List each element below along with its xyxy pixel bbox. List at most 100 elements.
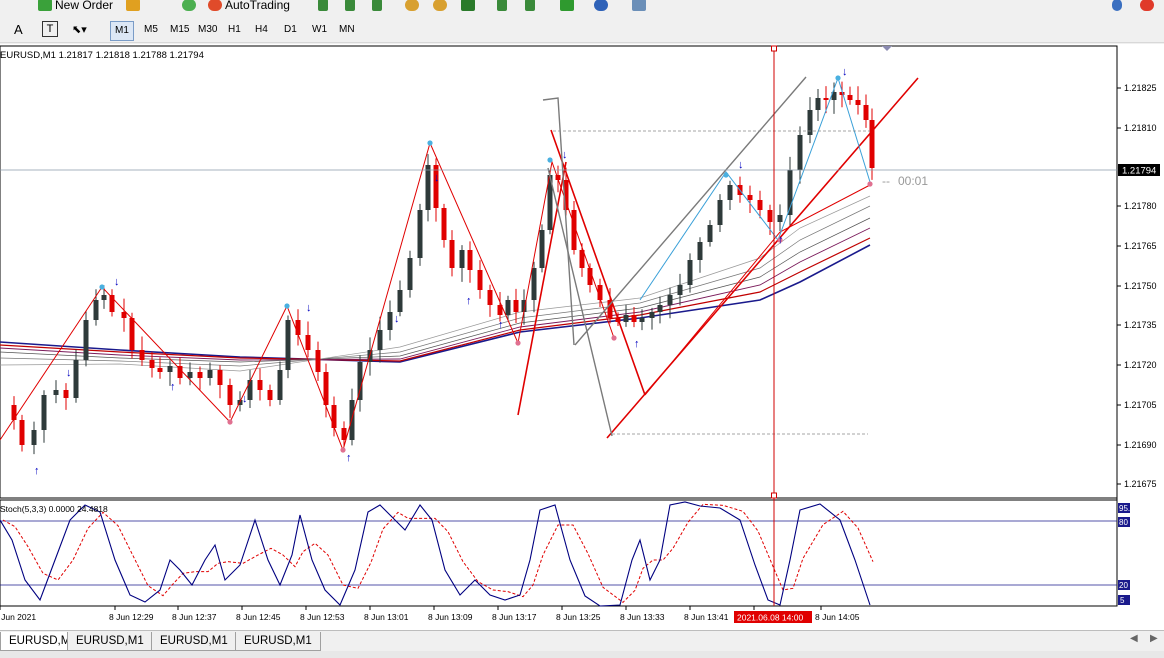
tab-timeframe-h1[interactable]: H1 xyxy=(224,21,245,39)
fractal-up-arrow-icon: ↑ xyxy=(170,381,176,393)
chart-tab-2[interactable]: EURUSD,M1 xyxy=(67,632,153,651)
candle-body xyxy=(823,98,829,100)
crosshair-handle-bottom[interactable] xyxy=(771,492,777,499)
periods-icon[interactable] xyxy=(594,0,608,13)
chart-shift-icon[interactable] xyxy=(497,0,507,13)
arrows-tool-icon[interactable]: ⬉▾ xyxy=(72,23,87,36)
zigzag-point xyxy=(284,303,290,309)
stoch-scale-bottom: 5 xyxy=(1120,596,1125,605)
zigzag-point xyxy=(547,157,553,163)
candle-body xyxy=(539,230,545,268)
candle-body xyxy=(387,312,393,330)
candle-body xyxy=(815,98,821,110)
candle-body xyxy=(129,318,135,350)
candle-body xyxy=(777,215,783,222)
candle-body xyxy=(31,430,37,445)
zigzag-point xyxy=(611,335,617,341)
crosshair-handle-top[interactable] xyxy=(771,45,777,52)
text-tool-button[interactable]: A xyxy=(14,22,23,37)
tab-timeframe-mn[interactable]: MN xyxy=(335,21,359,39)
bar-chart-icon[interactable] xyxy=(318,0,328,13)
tab-timeframe-w1[interactable]: W1 xyxy=(308,21,331,39)
indicators-icon[interactable] xyxy=(560,0,574,13)
autoscroll-icon[interactable] xyxy=(525,0,535,13)
candle-body xyxy=(397,290,403,312)
price-tick-label: 1.21765 xyxy=(1124,241,1157,251)
candle-body xyxy=(425,165,431,210)
candle-body xyxy=(869,120,875,168)
candle-body xyxy=(285,320,291,370)
candle-body xyxy=(101,295,107,300)
candle-body xyxy=(449,240,455,268)
metaeditor-icon[interactable] xyxy=(126,0,140,13)
tab-timeframe-h4[interactable]: H4 xyxy=(251,21,272,39)
fractal-down-arrow-icon: ↓ xyxy=(242,393,248,405)
price-tick-label: 1.21705 xyxy=(1124,400,1157,410)
zigzag-point xyxy=(340,447,346,453)
candle-body xyxy=(757,200,763,210)
tab-timeframe-m15[interactable]: M15 xyxy=(166,21,193,39)
candle-body xyxy=(257,380,263,390)
zigzag-point xyxy=(227,419,233,425)
templates-icon[interactable] xyxy=(632,0,646,13)
candle-body xyxy=(331,405,337,428)
chart-tabs-bar: EURUSD,M1 EURUSD,M1 EURUSD,M1 EURUSD,M1 … xyxy=(0,630,1164,658)
main-toolbar: New Order AutoTrading xyxy=(0,0,1164,16)
chart-window[interactable]: ↓ ↓ ↓ ↓ ↓ ↓ ↓ ↓ ↓ ↑ ↑ ↑ ↑ ↑ ↑ ↑ 1.21825 1.21810 1.21780 1.… xyxy=(0,44,1164,630)
tab-timeframe-m30[interactable]: M30 xyxy=(194,21,221,39)
candle-body xyxy=(217,370,223,385)
zoom-in-icon[interactable] xyxy=(405,0,419,13)
tab-timeframe-m5[interactable]: M5 xyxy=(140,21,162,39)
autotrading-button[interactable]: AutoTrading xyxy=(208,0,290,13)
text-label-tool-icon[interactable]: T xyxy=(42,21,58,37)
stoch-level-80-label: 80 xyxy=(1119,518,1128,527)
tab-timeframe-d1[interactable]: D1 xyxy=(280,21,301,39)
zoom-out-icon[interactable] xyxy=(433,0,447,13)
tab-timeframe-m1[interactable]: M1 xyxy=(110,21,134,41)
price-tick-label: 1.21735 xyxy=(1124,320,1157,330)
price-tick-label: 1.21780 xyxy=(1124,201,1157,211)
candle-body xyxy=(459,250,465,268)
time-tick-label: 8 Jun 13:25 xyxy=(556,612,601,622)
candle-body xyxy=(83,320,89,360)
candlestick-chart-icon[interactable] xyxy=(345,0,355,13)
candle-body xyxy=(121,312,127,318)
new-order-button[interactable]: New Order xyxy=(38,0,113,13)
zigzag-point xyxy=(835,75,841,81)
price-tick-label: 1.21750 xyxy=(1124,281,1157,291)
candle-body xyxy=(487,290,493,305)
search-icon[interactable] xyxy=(1112,0,1122,13)
tab-scroll-left-icon[interactable]: ◀ xyxy=(1130,633,1138,644)
candle-body xyxy=(747,195,753,200)
price-tick-label: 1.21825 xyxy=(1124,83,1157,93)
crosshair-time-label: 2021.06.08 14:00 xyxy=(737,613,803,623)
experts-icon[interactable] xyxy=(182,0,196,13)
candle-body xyxy=(707,225,713,242)
chart-tab-4[interactable]: EURUSD,M1 xyxy=(235,632,321,651)
candle-body xyxy=(197,372,203,378)
fractal-down-arrow-icon: ↓ xyxy=(114,276,120,288)
candle-body xyxy=(53,390,59,395)
candle-body xyxy=(277,370,283,400)
candle-body xyxy=(63,390,69,398)
fractal-down-arrow-icon: ↓ xyxy=(842,66,848,78)
fractal-down-arrow-icon: ↓ xyxy=(434,172,440,184)
price-chart[interactable]: ↓ ↓ ↓ ↓ ↓ ↓ ↓ ↓ ↓ ↑ ↑ ↑ ↑ ↑ ↑ ↑ 1.21825 1.21810 1.21780 1.… xyxy=(0,44,1164,630)
candle-body xyxy=(677,285,683,295)
candle-body xyxy=(855,100,861,105)
tab-scroll-right-icon[interactable]: ▶ xyxy=(1150,633,1158,644)
candle-body xyxy=(797,135,803,170)
fractal-up-arrow-icon: ↑ xyxy=(466,295,472,307)
candle-body xyxy=(687,260,693,285)
line-chart-icon[interactable] xyxy=(372,0,382,13)
fractal-down-arrow-icon: ↓ xyxy=(738,159,744,171)
time-tick-label: 8 Jun 13:41 xyxy=(684,612,729,622)
tile-windows-icon[interactable] xyxy=(461,0,475,13)
time-tick-label: 8 Jun 13:01 xyxy=(364,612,409,622)
notifications-icon[interactable] xyxy=(1140,0,1154,13)
candle-body xyxy=(11,405,17,420)
chart-tab-3[interactable]: EURUSD,M1 xyxy=(151,632,237,651)
candle-body xyxy=(377,330,383,350)
candle-body xyxy=(323,372,329,405)
candle-body xyxy=(631,315,637,322)
